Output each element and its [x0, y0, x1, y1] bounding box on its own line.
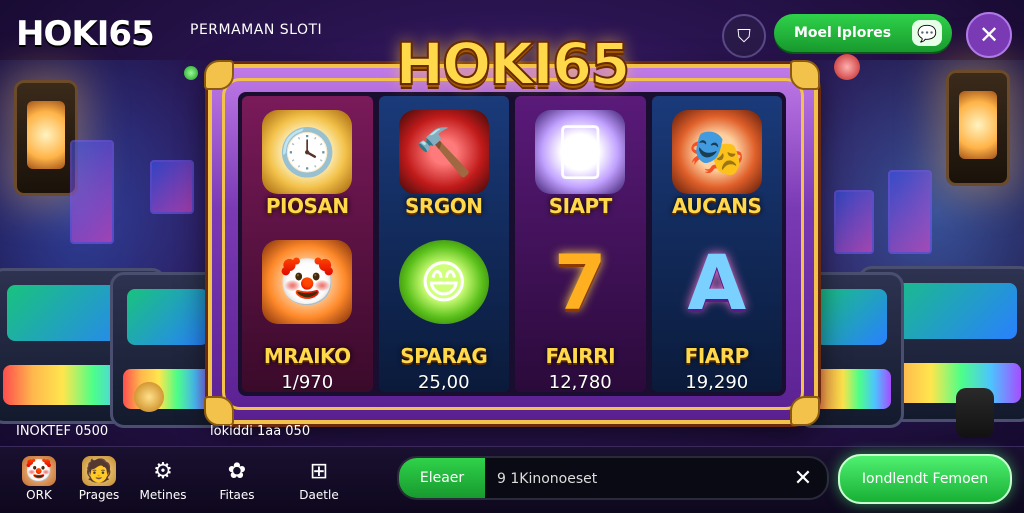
hammer-icon: 🔨 — [398, 110, 489, 194]
explore-button-label: Moel Iplores — [794, 25, 892, 41]
reel-4-value: 19,290 — [685, 372, 749, 392]
nav-item-metines[interactable]: ⚙ Metines — [128, 456, 198, 503]
coin-icon — [956, 388, 994, 438]
image-plus-icon: ⊞ — [309, 458, 329, 484]
gear-icon: ⚙ — [153, 458, 173, 484]
nav-item-label: Prages — [78, 488, 120, 502]
jester-icon: 🤡 — [22, 456, 56, 486]
frame-ornament — [790, 60, 820, 90]
apple-icon: 😄 — [398, 240, 489, 324]
reel-2-top-label: SRGON — [405, 194, 483, 218]
letter-a-icon: A — [687, 237, 747, 327]
coin-icon — [134, 382, 164, 412]
reel-3-bottom-label: FAIRRI — [545, 344, 616, 368]
nav-item-label: Metines — [139, 488, 187, 502]
gear-swirl-icon: ✿ — [227, 458, 247, 484]
card-icon: 🃏 — [535, 110, 626, 194]
clown-icon: 🎭 — [671, 110, 762, 194]
coin-icon — [834, 54, 860, 80]
seven-icon: 7 — [553, 237, 607, 327]
nav-item-fitaes[interactable]: ✿ Fitaes — [202, 456, 272, 503]
chat-icon: 💬 — [912, 20, 942, 46]
close-button[interactable]: ✕ — [966, 12, 1012, 58]
nav-item-daetle[interactable]: ⊞ Daetle — [284, 456, 354, 503]
app-logo: HOKI65 — [16, 14, 155, 54]
lantern-icon — [14, 80, 78, 196]
reel-3[interactable]: 🃏 SIAPT 7 FAIRRI 12,780 — [515, 96, 646, 392]
reel-1-top-label: PIOSAN — [265, 194, 349, 218]
reel-4-top-label: AUCANS — [672, 194, 762, 218]
search-input[interactable] — [495, 458, 779, 498]
coin-icon — [184, 66, 198, 80]
info-left: INOKTEF 0500 — [16, 424, 109, 439]
shield-button[interactable]: ⛉ — [722, 14, 766, 58]
nav-item-label: Daetle — [299, 488, 339, 502]
reel-2-value: 25,00 — [417, 372, 470, 392]
search-submit-button[interactable]: Eleaer — [399, 458, 485, 498]
wall-poster — [888, 170, 932, 254]
wall-poster — [70, 140, 114, 244]
marquee-logo: HOKI65 — [394, 29, 631, 99]
wall-poster — [150, 160, 194, 214]
cta-button[interactable]: Iondlendt Femoen — [838, 454, 1012, 504]
reel-1-value: 1/970 — [281, 372, 334, 392]
reel-2-bottom-label: SPARAG — [400, 344, 488, 368]
character-icon: 🧑 — [82, 456, 116, 486]
reel-3-top-label: SIAPT — [548, 194, 613, 218]
reel-3-value: 12,780 — [548, 372, 612, 392]
reel-1[interactable]: 🕓 PIOSAN 🤡 MRAIKO 1/970 — [242, 96, 373, 392]
reel-4-bottom-label: FIARP — [684, 344, 750, 368]
clock-icon: 🕓 — [262, 110, 353, 194]
nav-item-prages[interactable]: 🧑 Prages — [64, 456, 134, 502]
frame-ornament — [204, 396, 234, 426]
close-icon: ✕ — [978, 21, 1000, 49]
close-icon[interactable]: ✕ — [789, 464, 817, 492]
search-bar: Eleaer ✕ — [397, 456, 829, 500]
reel-4[interactable]: 🎭 AUCANS A FIARP 19,290 — [651, 96, 782, 392]
wall-poster — [834, 190, 874, 254]
nav-item-label: Fitaes — [219, 488, 255, 502]
lantern-icon — [946, 70, 1010, 186]
jester-icon: 🤡 — [262, 240, 353, 324]
explore-button[interactable]: Moel Iplores 💬 — [774, 14, 952, 52]
frame-ornament — [790, 396, 820, 426]
reel-2[interactable]: 🔨 SRGON 😄 SPARAG 25,00 — [378, 96, 509, 392]
page-subtitle: PERMAMAN SLOTI — [190, 22, 323, 38]
info-middle: lokiddi 1aa 050 — [210, 424, 311, 439]
shield-icon: ⛉ — [737, 25, 751, 47]
reels-area: 🕓 PIOSAN 🤡 MRAIKO 1/970 🔨 SRGON 😄 SPARAG… — [238, 92, 786, 396]
reel-1-bottom-label: MRAIKO — [263, 344, 351, 368]
frame-ornament — [204, 60, 234, 90]
